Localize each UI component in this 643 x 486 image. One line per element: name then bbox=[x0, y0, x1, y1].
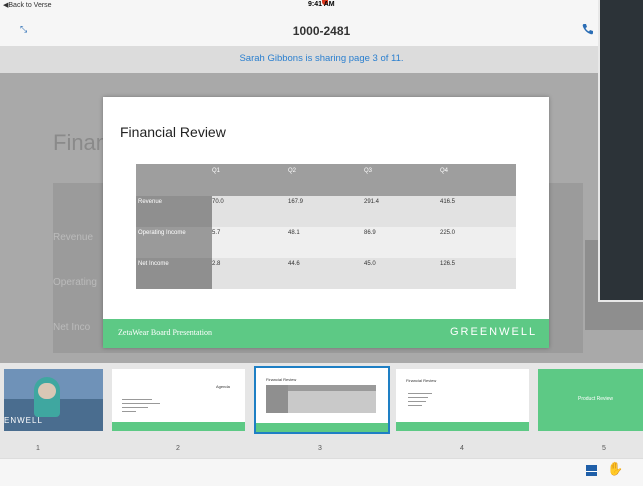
thumbnail-number: 5 bbox=[602, 445, 606, 452]
video-panel[interactable] bbox=[598, 0, 643, 302]
meeting-id: 1000-2481 bbox=[292, 24, 351, 38]
table-cell: 86.9 bbox=[364, 230, 376, 236]
table-cell: 5.7 bbox=[212, 230, 221, 236]
thumbnail-brand: ENWELL bbox=[4, 416, 43, 425]
table-header-row bbox=[136, 164, 516, 196]
table-cell: 167.9 bbox=[288, 199, 304, 205]
thumbnail-face bbox=[38, 383, 56, 399]
thumbnail-page-4[interactable]: Financial Review bbox=[396, 369, 529, 431]
table-row-label: Revenue bbox=[138, 199, 163, 205]
table-row-label: Net Income bbox=[138, 261, 169, 267]
table-cell: 48.1 bbox=[288, 230, 300, 236]
layout-icon[interactable] bbox=[586, 465, 597, 476]
table-cell: 44.6 bbox=[288, 261, 300, 267]
thumbnail-title: Product Review bbox=[578, 396, 614, 402]
raise-hand-icon[interactable]: ✋ bbox=[607, 461, 623, 477]
table-cell: 225.0 bbox=[440, 230, 456, 236]
thumbnail-number: 4 bbox=[460, 445, 464, 452]
thumbnail-title: Agenda bbox=[216, 384, 230, 389]
brand-logo: GREENWELL bbox=[450, 326, 538, 338]
back-to-app-link[interactable]: ◀Back to Verse bbox=[3, 1, 52, 9]
table-row-label: Operating Income bbox=[138, 230, 186, 236]
thumbnail-number: 1 bbox=[36, 445, 40, 452]
thumbnail-page-1[interactable]: ENWELL bbox=[4, 369, 103, 431]
footer-text: ZetaWear Board Presentation bbox=[118, 328, 212, 337]
background-row-label: Revenue bbox=[53, 232, 94, 243]
thumbnail-number: 3 bbox=[318, 445, 322, 452]
table-header: Q2 bbox=[288, 168, 297, 174]
table-header: Q1 bbox=[212, 168, 221, 174]
table-header: Q3 bbox=[364, 168, 373, 174]
thumbnail-page-2[interactable]: Agenda bbox=[112, 369, 245, 431]
table-cell: 416.5 bbox=[440, 199, 456, 205]
table-cell: 291.4 bbox=[364, 199, 380, 205]
thumbnail-title: Financial Review bbox=[266, 377, 297, 382]
slide-title: Financial Review bbox=[120, 124, 226, 140]
thumbnail-page-3[interactable]: Financial Review bbox=[254, 366, 390, 434]
thumbnail-table-labels bbox=[266, 385, 288, 413]
background-row-label: Net Inco bbox=[53, 322, 91, 333]
table-header: Q4 bbox=[440, 168, 449, 174]
background-slide-title: Finan bbox=[53, 130, 109, 155]
table-cell: 2.8 bbox=[212, 261, 221, 267]
sharing-status-text: Sarah Gibbons is sharing page 3 of 11. bbox=[239, 53, 404, 64]
thumbnail-number: 2 bbox=[176, 445, 180, 452]
phone-icon[interactable] bbox=[582, 22, 594, 40]
table-cell: 70.0 bbox=[212, 199, 224, 205]
table-cell: 126.5 bbox=[440, 261, 456, 267]
bottom-toolbar bbox=[0, 458, 643, 486]
table-cell: 45.0 bbox=[364, 261, 376, 267]
thumbnail-page-5[interactable]: Product Review bbox=[538, 369, 643, 431]
thumbnail-title: Financial Review bbox=[406, 378, 437, 383]
status-time: 9:41 AM bbox=[308, 1, 335, 8]
background-row-label: Operating bbox=[53, 277, 97, 288]
